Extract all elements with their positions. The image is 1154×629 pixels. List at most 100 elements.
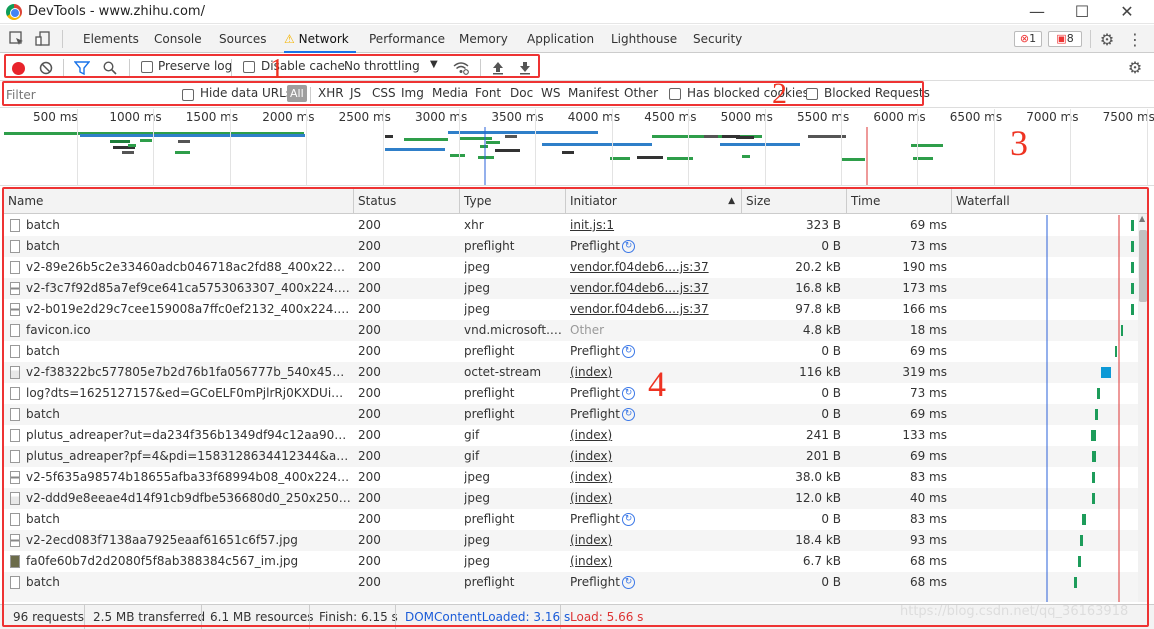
warning-count-badge[interactable]: ▣8 [1048, 31, 1082, 47]
filter-type-xhr[interactable]: XHR [318, 86, 344, 100]
preflight-link-icon[interactable]: ↻ [622, 408, 635, 421]
request-name: batch [26, 575, 60, 589]
request-status: 200 [358, 386, 381, 400]
tab-elements[interactable]: Elements [83, 25, 139, 53]
tab-performance[interactable]: Performance [369, 25, 445, 53]
request-initiator[interactable]: vendor.f04deb6....js:37 [570, 299, 740, 320]
close-window-button[interactable]: ✕ [1111, 1, 1143, 23]
table-row[interactable]: log?dts=1625127157&ed=GCoELF0mPjlrRj0KXD… [4, 383, 1147, 404]
filter-type-manifest[interactable]: Manifest [568, 86, 619, 100]
request-initiator[interactable]: vendor.f04deb6....js:37 [570, 278, 740, 299]
table-row[interactable]: v2-5f635a98574b18655afba33f68994b08_400x… [4, 467, 1147, 488]
export-har-button[interactable] [516, 59, 534, 76]
disable-cache-checkbox[interactable] [243, 61, 255, 73]
column-header-status[interactable]: Status [354, 188, 460, 214]
filter-type-ws[interactable]: WS [541, 86, 560, 100]
hide-data-urls-checkbox[interactable] [182, 89, 194, 101]
request-size: 0 B [821, 386, 841, 400]
table-row[interactable]: batch 200 xhr init.js:1 323 B 69 ms [4, 215, 1147, 236]
settings-gear-icon[interactable]: ⚙ [1098, 30, 1116, 49]
preflight-link-icon[interactable]: ↻ [622, 387, 635, 400]
request-initiator[interactable]: vendor.f04deb6....js:37 [570, 257, 740, 278]
preserve-log-checkbox[interactable] [141, 61, 153, 73]
table-row[interactable]: v2-f38322bc577805e7b2d76b1fa056777b_540x… [4, 362, 1147, 383]
filter-type-other[interactable]: Other [624, 86, 658, 100]
scroll-up-icon[interactable]: ▲ [1139, 214, 1145, 223]
request-initiator[interactable]: (index) [570, 425, 740, 446]
tab-sources[interactable]: Sources [219, 25, 266, 53]
timeline-overview[interactable]: 500 ms 1000 ms 1500 ms 2000 ms 2500 ms 3000 m… [0, 109, 1154, 186]
clear-button[interactable] [38, 60, 54, 76]
table-row[interactable]: fa0fe60b7d2d2080f5f8ab388384c567_im.jpg 2… [4, 551, 1147, 572]
inspect-element-icon[interactable] [8, 30, 26, 48]
preflight-link-icon[interactable]: ↻ [622, 240, 635, 253]
device-toolbar-icon[interactable] [34, 30, 52, 48]
request-time: 69 ms [909, 344, 947, 358]
filter-type-js[interactable]: JS [350, 86, 361, 100]
tab-memory[interactable]: Memory [459, 25, 508, 53]
maximize-button[interactable]: ☐ [1066, 1, 1098, 23]
table-row[interactable]: batch 200 preflight Preflight ↻ 0 B 69 ms [4, 341, 1147, 362]
filter-toggle-button[interactable] [73, 60, 91, 76]
column-header-time[interactable]: Time [847, 188, 952, 214]
filter-type-media[interactable]: Media [432, 86, 468, 100]
column-header-size[interactable]: Size [742, 188, 847, 214]
request-size: 323 B [806, 218, 841, 232]
network-settings-gear-icon[interactable]: ⚙ [1126, 58, 1144, 77]
filter-input[interactable] [6, 85, 171, 105]
blocked-requests-checkbox[interactable] [806, 88, 818, 100]
table-row[interactable]: batch 200 preflight Preflight ↻ 0 B 69 ms [4, 404, 1147, 425]
scroll-thumb[interactable] [1139, 230, 1147, 302]
filter-type-doc[interactable]: Doc [510, 86, 533, 100]
request-name: plutus_adreaper?ut=da234f356b1349df94c12… [26, 428, 351, 442]
has-blocked-cookies-checkbox[interactable] [669, 88, 681, 100]
table-row[interactable]: v2-b019e2d29c7cee159008a7ffc0ef2132_400x… [4, 299, 1147, 320]
column-header-type[interactable]: Type [460, 188, 566, 214]
table-row[interactable]: v2-2ecd083f7138aa7925eaaf61651c6f57.jpg 2… [4, 530, 1147, 551]
tab-lighthouse[interactable]: Lighthouse [611, 25, 677, 53]
search-button[interactable] [101, 60, 119, 76]
table-row-partial[interactable] [4, 593, 1147, 602]
tab-security[interactable]: Security [693, 25, 742, 53]
overview-request-bar [736, 136, 754, 139]
column-header-initiator[interactable]: Initiator ▲ [566, 188, 742, 214]
error-count-badge[interactable]: ⊗1 [1014, 31, 1042, 47]
table-row[interactable]: favicon.ico 200 vnd.microsoft.ic... Other 4.… [4, 320, 1147, 341]
request-initiator[interactable]: (index) [570, 467, 740, 488]
minimize-button[interactable]: — [1021, 1, 1053, 23]
table-row[interactable]: batch 200 preflight Preflight ↻ 0 B 68 ms [4, 572, 1147, 593]
network-conditions-button[interactable] [452, 59, 470, 76]
request-initiator[interactable]: (index) [570, 446, 740, 467]
annotation-number-3: 3 [1010, 123, 1028, 163]
table-row[interactable]: v2-ddd9e8eeae4d14f91cb9dfbe536680d0_250x… [4, 488, 1147, 509]
image-file-icon [10, 492, 20, 505]
column-header-waterfall[interactable]: Waterfall [952, 188, 1147, 214]
table-row[interactable]: batch 200 preflight Preflight ↻ 0 B 83 ms [4, 509, 1147, 530]
table-row[interactable]: plutus_adreaper?ut=da234f356b1349df94c12… [4, 425, 1147, 446]
more-options-icon[interactable]: ⋮ [1126, 30, 1144, 49]
table-row[interactable]: v2-f3c7f92d85a7ef9ce641ca5753063307_400x… [4, 278, 1147, 299]
table-row[interactable]: plutus_adreaper?pf=4&pdi=158312863441234… [4, 446, 1147, 467]
tab-console[interactable]: Console [154, 25, 202, 53]
request-initiator[interactable]: (index) [570, 530, 740, 551]
filter-type-all[interactable]: All [287, 85, 307, 102]
throttling-select[interactable]: No throttling [344, 59, 420, 73]
filter-type-img[interactable]: Img [401, 86, 424, 100]
request-initiator[interactable]: (index) [570, 551, 740, 572]
tab-application[interactable]: Application [527, 25, 594, 53]
preflight-link-icon[interactable]: ↻ [622, 513, 635, 526]
preflight-link-icon[interactable]: ↻ [622, 345, 635, 358]
request-initiator[interactable]: init.js:1 [570, 215, 740, 236]
table-row[interactable]: batch 200 preflight Preflight ↻ 0 B 73 ms [4, 236, 1147, 257]
filter-type-font[interactable]: Font [475, 86, 501, 100]
column-header-name[interactable]: Name [4, 188, 354, 214]
table-row[interactable]: v2-89e26b5c2e33460adcb046718ac2fd88_400x… [4, 257, 1147, 278]
table-scrollbar[interactable]: ▲ [1138, 214, 1148, 602]
timeline-gridline [917, 109, 919, 185]
preflight-link-icon[interactable]: ↻ [622, 576, 635, 589]
filter-type-css[interactable]: CSS [372, 86, 396, 100]
record-button[interactable] [10, 60, 26, 76]
import-har-button[interactable] [489, 59, 507, 76]
request-initiator[interactable]: (index) [570, 488, 740, 509]
tab-network[interactable]: ⚠ Network [284, 25, 356, 53]
